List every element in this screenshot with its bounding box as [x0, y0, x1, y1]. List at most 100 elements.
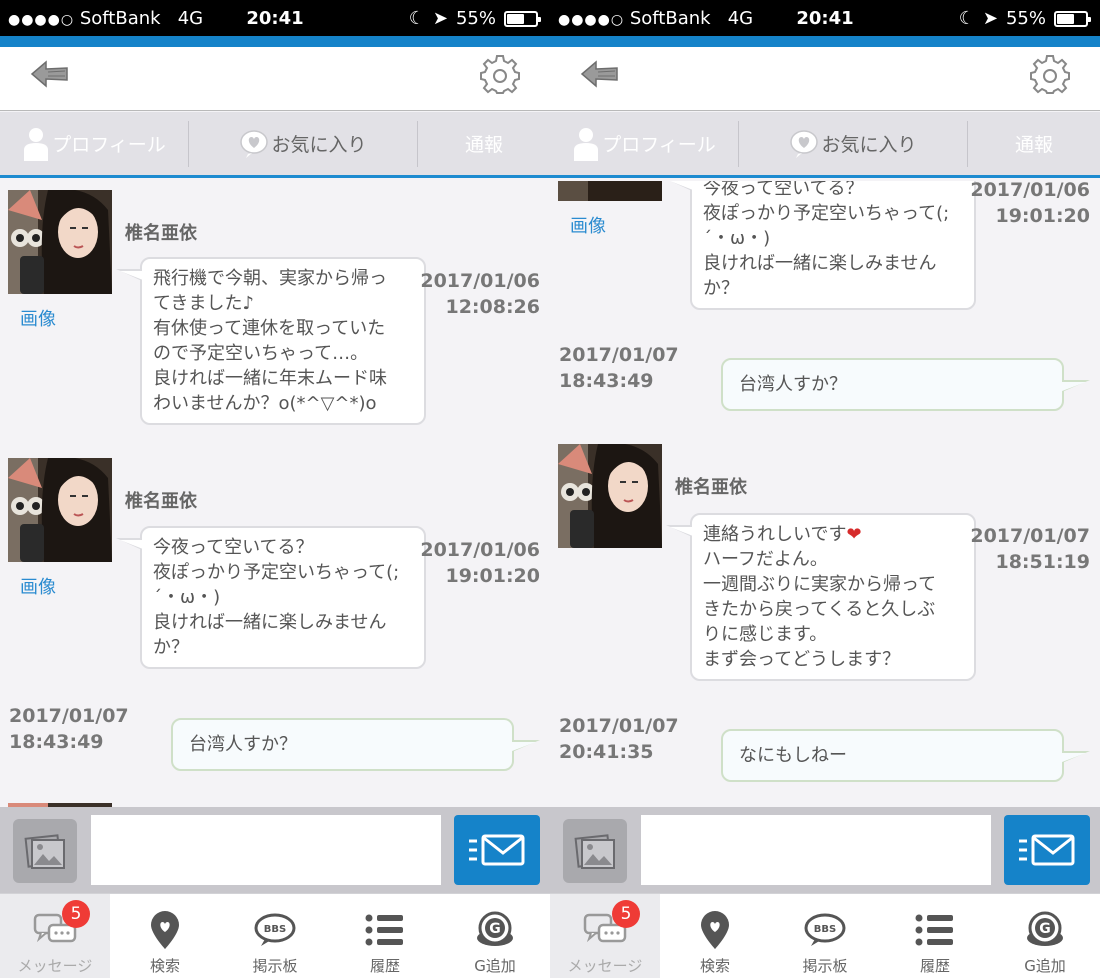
- heart-bubble-icon: [789, 129, 819, 158]
- tab-favorite[interactable]: お気に入り: [189, 112, 417, 175]
- nav-label: G追加: [1024, 957, 1066, 975]
- nav-item-history[interactable]: 履歴: [880, 894, 990, 978]
- outgoing-message-bubble: なにもしねー: [721, 729, 1090, 782]
- accent-strip: [0, 36, 550, 47]
- nav-item-add-g[interactable]: G G追加: [990, 894, 1100, 978]
- timestamp-time: 18:43:49: [559, 370, 654, 392]
- send-mail-icon: [1019, 834, 1075, 866]
- nav-item-search[interactable]: 検索: [660, 894, 770, 978]
- message-text: か？: [703, 278, 739, 299]
- battery-percent: 55%: [1005, 8, 1046, 29]
- message-text: 良ければ一緒に楽しみません: [703, 253, 937, 274]
- message-text: 台湾人すか？: [189, 734, 297, 755]
- tab-report-label: 通報: [1014, 134, 1053, 156]
- message-text: 有休使って連休を取っていた: [153, 318, 386, 339]
- nav-item-history[interactable]: 履歴: [330, 894, 440, 978]
- message-timestamp: 2017/01/06 12:08:26: [420, 268, 540, 320]
- nav-item-search[interactable]: 検索: [110, 894, 220, 978]
- sender-avatar[interactable]: [8, 458, 112, 562]
- timestamp-time: 18:51:19: [995, 551, 1090, 573]
- tab-favorite-label: お気に入り: [271, 134, 367, 156]
- image-icon: [574, 834, 615, 869]
- message-text: 飛行機で今朝、実家から帰っ: [153, 268, 387, 289]
- sender-avatar[interactable]: [558, 181, 662, 201]
- nav-item-bbs[interactable]: BBS 掲示板: [770, 894, 880, 978]
- location-arrow-icon: ➤: [982, 8, 998, 29]
- nav-label: 掲示板: [252, 957, 298, 975]
- chat-screen-left: ●●●●○ SoftBank 4G 20:41 ☾ ➤ 55% プロフィール お…: [0, 0, 550, 978]
- gear-icon[interactable]: [1030, 55, 1070, 95]
- person-icon: [22, 126, 50, 162]
- message-text: 連絡うれしいです❤: [703, 522, 963, 547]
- location-arrow-icon: ➤: [432, 8, 448, 29]
- nav-label: 履歴: [369, 957, 400, 975]
- view-image-link[interactable]: 画像: [20, 305, 56, 331]
- tab-report[interactable]: 通報: [968, 112, 1100, 175]
- chat-log[interactable]: 椎名亜依 画像 飛行機で今朝、実家から帰っ てきました♪ 有休使って連休を取って…: [0, 181, 550, 807]
- message-text: 台湾人すか？: [739, 374, 847, 395]
- header: [0, 47, 550, 111]
- timestamp-date: 2017/01/07: [9, 705, 129, 727]
- back-arrow-icon[interactable]: [30, 59, 70, 89]
- message-text: 夜ぽっかり予定空いちゃって(;: [153, 562, 400, 583]
- svg-text:G: G: [1039, 921, 1051, 937]
- message-text: 連絡うれしいです: [703, 524, 847, 545]
- battery-icon: [504, 10, 541, 27]
- message-text: りに感じます。: [703, 624, 828, 645]
- message-timestamp: 2017/01/07 18:43:49: [559, 342, 679, 394]
- nav-item-messages[interactable]: メッセージ 5: [550, 894, 660, 978]
- sender-avatar[interactable]: [8, 190, 112, 294]
- message-text: ので予定空いちゃって…。: [153, 343, 369, 364]
- incoming-message-bubble: 連絡うれしいです❤ ハーフだよん。 一週間ぶりに実家から帰って きたから戻ってく…: [666, 513, 976, 681]
- svg-text:G: G: [489, 921, 501, 937]
- timestamp-time: 12:08:26: [445, 296, 540, 318]
- tab-report[interactable]: 通報: [418, 112, 550, 175]
- message-text: 一週間ぶりに実家から帰って: [703, 574, 937, 595]
- timestamp-date: 2017/01/06: [420, 539, 540, 561]
- image-icon: [24, 834, 65, 869]
- nav-item-messages[interactable]: メッセージ 5: [0, 894, 110, 978]
- back-arrow-icon[interactable]: [580, 59, 620, 89]
- status-bar: ●●●●○ SoftBank 4G 20:41 ☾ ➤ 55%: [550, 0, 1100, 36]
- outgoing-message-bubble: 台湾人すか？: [171, 718, 540, 771]
- moon-icon: ☾: [408, 8, 425, 29]
- attach-image-button[interactable]: [13, 819, 77, 883]
- status-bar: ●●●●○ SoftBank 4G 20:41 ☾ ➤ 55%: [0, 0, 550, 36]
- tab-report-label: 通報: [464, 134, 503, 156]
- timestamp-date: 2017/01/07: [559, 344, 679, 366]
- gear-icon[interactable]: [480, 55, 520, 95]
- nav-label: 掲示板: [802, 957, 848, 975]
- message-text: わいませんか？o(*^▽^*)o: [153, 393, 377, 414]
- message-text: 今夜って空いてる？: [703, 181, 864, 199]
- action-tabbar: プロフィール お気に入り 通報: [0, 112, 550, 178]
- location-heart-icon: [701, 911, 729, 949]
- incoming-message-bubble: 飛行機で今朝、実家から帰っ てきました♪ 有休使って連休を取っていた ので予定空…: [116, 257, 426, 425]
- svg-text:BBS: BBS: [814, 924, 836, 935]
- sender-name: 椎名亜依: [675, 477, 747, 498]
- nav-item-bbs[interactable]: BBS 掲示板: [220, 894, 330, 978]
- unread-badge: 5: [62, 900, 90, 928]
- tab-profile[interactable]: プロフィール: [0, 112, 188, 175]
- incoming-message-bubble: 今夜って空いてる？ 夜ぽっかり予定空いちゃって(; ´・ω・) 良ければ一緒に楽…: [666, 181, 976, 310]
- attach-image-button[interactable]: [563, 819, 627, 883]
- timestamp-time: 18:43:49: [9, 731, 104, 753]
- message-composer: [550, 807, 1100, 893]
- nav-label: 検索: [149, 957, 180, 975]
- chat-log[interactable]: 画像 今夜って空いてる？ 夜ぽっかり予定空いちゃって(; ´・ω・) 良ければ一…: [550, 181, 1100, 807]
- heart-bubble-icon: [239, 129, 269, 158]
- message-text: 良ければ一緒に年末ムード味: [153, 368, 387, 389]
- message-input[interactable]: [91, 815, 441, 885]
- message-input[interactable]: [641, 815, 991, 885]
- message-text: きたから戻ってくると久しぶ: [703, 599, 936, 620]
- sender-avatar[interactable]: [558, 444, 662, 548]
- send-button[interactable]: [454, 815, 540, 885]
- nav-item-add-g[interactable]: G G追加: [440, 894, 550, 978]
- message-timestamp: 2017/01/07 18:43:49: [9, 703, 129, 755]
- tab-profile[interactable]: プロフィール: [550, 112, 738, 175]
- sender-name: 椎名亜依: [125, 491, 197, 512]
- send-button[interactable]: [1004, 815, 1090, 885]
- tab-favorite[interactable]: お気に入り: [739, 112, 967, 175]
- view-image-link[interactable]: 画像: [20, 573, 56, 599]
- view-image-link[interactable]: 画像: [570, 212, 606, 238]
- nav-label: 履歴: [919, 957, 950, 975]
